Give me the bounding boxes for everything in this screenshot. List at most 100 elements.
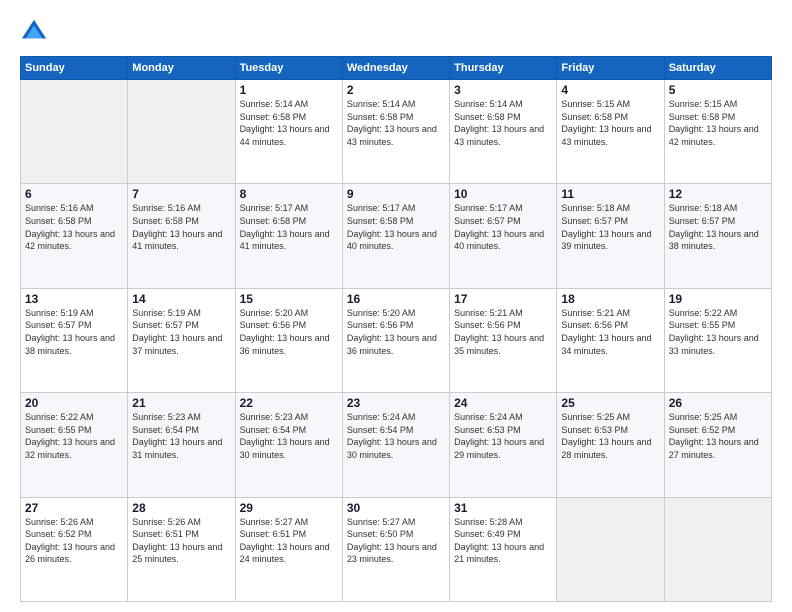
day-number: 18 xyxy=(561,292,659,306)
week-row-2: 13 Sunrise: 5:19 AMSunset: 6:57 PMDayligh… xyxy=(21,288,772,392)
calendar-cell: 19Sunrise: 5:22 AMSunset: 6:55 PMDayligh… xyxy=(664,288,771,392)
day-number: 12 xyxy=(669,187,767,201)
calendar-cell: 15Sunrise: 5:20 AMSunset: 6:56 PMDayligh… xyxy=(235,288,342,392)
calendar-cell: 25Sunrise: 5:25 AMSunset: 6:53 PMDayligh… xyxy=(557,393,664,497)
day-info: Sunrise: 5:16 AMSunset: 6:58 PMDaylight:… xyxy=(132,202,230,252)
day-number: 1 xyxy=(240,83,338,97)
weekday-header-row: SundayMondayTuesdayWednesdayThursdayFrid… xyxy=(21,57,772,80)
day-info: Sunrise: 5:19 AMSunset: 6:57 PMDaylight:… xyxy=(132,307,230,357)
day-number: 28 xyxy=(132,501,230,515)
day-number: 13 xyxy=(25,292,123,306)
day-info: Sunrise: 5:22 AMSunset: 6:55 PMDaylight:… xyxy=(669,307,767,357)
day-info: Sunrise: 5:17 AMSunset: 6:57 PMDaylight:… xyxy=(454,202,552,252)
day-number: 17 xyxy=(454,292,552,306)
weekday-header-saturday: Saturday xyxy=(664,57,771,80)
day-info: Sunrise: 5:24 AMSunset: 6:53 PMDaylight:… xyxy=(454,411,552,461)
calendar-cell: 14Sunrise: 5:19 AMSunset: 6:57 PMDayligh… xyxy=(128,288,235,392)
calendar-table: SundayMondayTuesdayWednesdayThursdayFrid… xyxy=(20,56,772,602)
day-number: 27 xyxy=(25,501,123,515)
day-number: 3 xyxy=(454,83,552,97)
day-number: 20 xyxy=(25,396,123,410)
calendar-cell: 5Sunrise: 5:15 AMSunset: 6:58 PMDaylight… xyxy=(664,80,771,184)
day-number: 16 xyxy=(347,292,445,306)
calendar-cell: 31Sunrise: 5:28 AMSunset: 6:49 PMDayligh… xyxy=(450,497,557,601)
day-info: Sunrise: 5:26 AMSunset: 6:52 PMDaylight:… xyxy=(25,516,123,566)
day-info: Sunrise: 5:14 AMSunset: 6:58 PMDaylight:… xyxy=(347,98,445,148)
calendar-cell: 21Sunrise: 5:23 AMSunset: 6:54 PMDayligh… xyxy=(128,393,235,497)
calendar-cell: 24Sunrise: 5:24 AMSunset: 6:53 PMDayligh… xyxy=(450,393,557,497)
calendar-cell: 18Sunrise: 5:21 AMSunset: 6:56 PMDayligh… xyxy=(557,288,664,392)
day-number: 11 xyxy=(561,187,659,201)
day-info: Sunrise: 5:25 AMSunset: 6:53 PMDaylight:… xyxy=(561,411,659,461)
calendar-cell: 20Sunrise: 5:22 AMSunset: 6:55 PMDayligh… xyxy=(21,393,128,497)
day-number: 4 xyxy=(561,83,659,97)
day-info: Sunrise: 5:14 AMSunset: 6:58 PMDaylight:… xyxy=(240,98,338,148)
day-info: Sunrise: 5:15 AMSunset: 6:58 PMDaylight:… xyxy=(561,98,659,148)
day-info: Sunrise: 5:17 AMSunset: 6:58 PMDaylight:… xyxy=(347,202,445,252)
day-number: 8 xyxy=(240,187,338,201)
day-info: Sunrise: 5:27 AMSunset: 6:51 PMDaylight:… xyxy=(240,516,338,566)
calendar-cell: 8Sunrise: 5:17 AMSunset: 6:58 PMDaylight… xyxy=(235,184,342,288)
calendar-cell: 27Sunrise: 5:26 AMSunset: 6:52 PMDayligh… xyxy=(21,497,128,601)
calendar-cell xyxy=(664,497,771,601)
calendar-cell: 17Sunrise: 5:21 AMSunset: 6:56 PMDayligh… xyxy=(450,288,557,392)
calendar-cell: 28Sunrise: 5:26 AMSunset: 6:51 PMDayligh… xyxy=(128,497,235,601)
calendar-cell xyxy=(557,497,664,601)
day-number: 26 xyxy=(669,396,767,410)
day-info: Sunrise: 5:26 AMSunset: 6:51 PMDaylight:… xyxy=(132,516,230,566)
day-info: Sunrise: 5:23 AMSunset: 6:54 PMDaylight:… xyxy=(132,411,230,461)
day-number: 14 xyxy=(132,292,230,306)
calendar-cell: 1Sunrise: 5:14 AMSunset: 6:58 PMDaylight… xyxy=(235,80,342,184)
day-number: 31 xyxy=(454,501,552,515)
calendar-cell: 10Sunrise: 5:17 AMSunset: 6:57 PMDayligh… xyxy=(450,184,557,288)
calendar-cell: 13Sunrise: 5:19 AMSunset: 6:57 PMDayligh… xyxy=(21,288,128,392)
day-number: 7 xyxy=(132,187,230,201)
day-info: Sunrise: 5:27 AMSunset: 6:50 PMDaylight:… xyxy=(347,516,445,566)
day-number: 15 xyxy=(240,292,338,306)
day-info: Sunrise: 5:15 AMSunset: 6:58 PMDaylight:… xyxy=(669,98,767,148)
day-info: Sunrise: 5:21 AMSunset: 6:56 PMDaylight:… xyxy=(454,307,552,357)
day-info: Sunrise: 5:20 AMSunset: 6:56 PMDaylight:… xyxy=(347,307,445,357)
day-info: Sunrise: 5:14 AMSunset: 6:58 PMDaylight:… xyxy=(454,98,552,148)
day-number: 23 xyxy=(347,396,445,410)
day-info: Sunrise: 5:20 AMSunset: 6:56 PMDaylight:… xyxy=(240,307,338,357)
day-number: 6 xyxy=(25,187,123,201)
day-number: 2 xyxy=(347,83,445,97)
day-number: 25 xyxy=(561,396,659,410)
day-number: 5 xyxy=(669,83,767,97)
day-info: Sunrise: 5:18 AMSunset: 6:57 PMDaylight:… xyxy=(561,202,659,252)
calendar-cell: 12Sunrise: 5:18 AMSunset: 6:57 PMDayligh… xyxy=(664,184,771,288)
day-number: 22 xyxy=(240,396,338,410)
day-info: Sunrise: 5:25 AMSunset: 6:52 PMDaylight:… xyxy=(669,411,767,461)
weekday-header-monday: Monday xyxy=(128,57,235,80)
week-row-0: 1Sunrise: 5:14 AMSunset: 6:58 PMDaylight… xyxy=(21,80,772,184)
page: SundayMondayTuesdayWednesdayThursdayFrid… xyxy=(0,0,792,612)
week-row-3: 20Sunrise: 5:22 AMSunset: 6:55 PMDayligh… xyxy=(21,393,772,497)
day-info: Sunrise: 5:16 AMSunset: 6:58 PMDaylight:… xyxy=(25,202,123,252)
weekday-header-friday: Friday xyxy=(557,57,664,80)
header xyxy=(20,18,772,46)
logo xyxy=(20,18,52,46)
day-number: 9 xyxy=(347,187,445,201)
calendar-cell: 30Sunrise: 5:27 AMSunset: 6:50 PMDayligh… xyxy=(342,497,449,601)
day-info: Sunrise: 5:18 AMSunset: 6:57 PMDaylight:… xyxy=(669,202,767,252)
calendar-cell: 3Sunrise: 5:14 AMSunset: 6:58 PMDaylight… xyxy=(450,80,557,184)
day-number: 24 xyxy=(454,396,552,410)
calendar-cell: 11Sunrise: 5:18 AMSunset: 6:57 PMDayligh… xyxy=(557,184,664,288)
day-number: 21 xyxy=(132,396,230,410)
day-info: Sunrise: 5:23 AMSunset: 6:54 PMDaylight:… xyxy=(240,411,338,461)
calendar-cell: 22Sunrise: 5:23 AMSunset: 6:54 PMDayligh… xyxy=(235,393,342,497)
calendar-cell: 2Sunrise: 5:14 AMSunset: 6:58 PMDaylight… xyxy=(342,80,449,184)
calendar-cell: 23Sunrise: 5:24 AMSunset: 6:54 PMDayligh… xyxy=(342,393,449,497)
day-number: 30 xyxy=(347,501,445,515)
weekday-header-sunday: Sunday xyxy=(21,57,128,80)
week-row-1: 6Sunrise: 5:16 AMSunset: 6:58 PMDaylight… xyxy=(21,184,772,288)
calendar-cell: 6Sunrise: 5:16 AMSunset: 6:58 PMDaylight… xyxy=(21,184,128,288)
calendar-cell: 29Sunrise: 5:27 AMSunset: 6:51 PMDayligh… xyxy=(235,497,342,601)
calendar-cell: 16Sunrise: 5:20 AMSunset: 6:56 PMDayligh… xyxy=(342,288,449,392)
week-row-4: 27Sunrise: 5:26 AMSunset: 6:52 PMDayligh… xyxy=(21,497,772,601)
day-info: Sunrise: 5:17 AMSunset: 6:58 PMDaylight:… xyxy=(240,202,338,252)
day-number: 10 xyxy=(454,187,552,201)
weekday-header-thursday: Thursday xyxy=(450,57,557,80)
day-info: Sunrise: 5:28 AMSunset: 6:49 PMDaylight:… xyxy=(454,516,552,566)
